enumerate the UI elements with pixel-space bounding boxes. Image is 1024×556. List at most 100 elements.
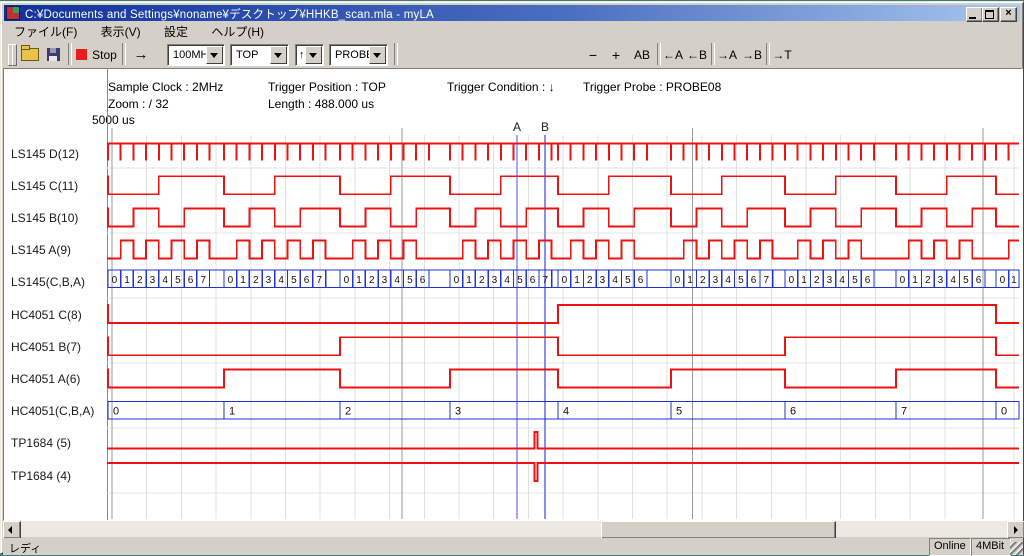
zoom-in-button[interactable]: + <box>606 43 626 66</box>
status-online-badge: Online <box>929 538 971 556</box>
svg-text:4: 4 <box>278 275 284 286</box>
minus-icon: − <box>589 47 597 63</box>
status-ready-text: レディ <box>9 540 41 556</box>
dropdown-button[interactable] <box>270 46 287 64</box>
trigger-probe-combo[interactable]: PROBE00 <box>329 44 388 66</box>
trigger-edge-combo[interactable]: ↑ <box>295 44 324 66</box>
svg-text:4: 4 <box>612 275 618 286</box>
goto-b-left-label: ←B <box>687 48 707 62</box>
trigger-edge-value: ↑ <box>299 49 305 61</box>
svg-text:1: 1 <box>240 275 246 286</box>
goto-a-right-label: →A <box>717 48 737 62</box>
chevron-down-icon <box>274 53 282 62</box>
open-button[interactable] <box>18 43 41 66</box>
horizontal-scrollbar[interactable] <box>3 521 1023 537</box>
trigger-position-combo[interactable]: TOP <box>230 44 289 66</box>
zoom-ab-button[interactable]: AB <box>628 43 656 66</box>
maximize-icon <box>985 10 994 19</box>
svg-text:1: 1 <box>124 275 130 286</box>
chevron-down-icon <box>210 53 218 62</box>
svg-text:4: 4 <box>725 275 731 286</box>
svg-text:7: 7 <box>901 406 907 418</box>
chevron-down-icon <box>309 53 317 62</box>
minimize-icon <box>969 17 976 19</box>
title-bar[interactable]: C:¥Documents and Settings¥noname¥デスクトップ¥… <box>4 5 1020 21</box>
svg-text:2: 2 <box>479 275 485 286</box>
svg-text:5: 5 <box>963 275 969 286</box>
svg-text:5: 5 <box>676 406 682 418</box>
svg-text:1: 1 <box>687 275 693 286</box>
resize-grip-icon[interactable] <box>1010 542 1023 555</box>
svg-text:4: 4 <box>504 275 510 286</box>
close-icon: × <box>1001 7 1016 20</box>
svg-text:0: 0 <box>1000 275 1006 286</box>
menu-view[interactable]: 表示(V) <box>91 22 151 39</box>
toolbar-separator <box>68 43 72 65</box>
stop-icon <box>76 49 87 60</box>
scroll-left-button[interactable] <box>3 521 21 539</box>
svg-text:6: 6 <box>420 275 426 286</box>
svg-text:3: 3 <box>600 275 606 286</box>
svg-text:5: 5 <box>291 275 297 286</box>
svg-text:2: 2 <box>587 275 593 286</box>
scroll-to-b-right-button[interactable]: →B <box>740 43 764 66</box>
save-button[interactable] <box>42 43 65 66</box>
svg-text:2: 2 <box>700 275 706 286</box>
menu-settings[interactable]: 設定 <box>154 22 198 39</box>
app-icon <box>7 7 19 19</box>
svg-text:2: 2 <box>345 406 351 418</box>
svg-text:5: 5 <box>852 275 858 286</box>
save-disk-icon <box>47 48 60 61</box>
waveform-client-area: Sample Clock : 2MHz Trigger Position : T… <box>3 68 1023 521</box>
svg-text:0: 0 <box>344 275 350 286</box>
menu-help[interactable]: ヘルプ(H) <box>201 22 274 39</box>
scroll-to-b-left-button[interactable]: ←B <box>685 43 709 66</box>
toolbar-grip[interactable] <box>12 44 17 66</box>
minimize-button[interactable] <box>966 7 983 22</box>
svg-text:1: 1 <box>1011 275 1017 286</box>
close-button[interactable]: × <box>1000 7 1017 22</box>
scrollbar-thumb[interactable] <box>601 521 836 539</box>
svg-text:2: 2 <box>814 275 820 286</box>
svg-text:3: 3 <box>455 406 461 418</box>
svg-text:3: 3 <box>492 275 498 286</box>
svg-text:6: 6 <box>865 275 871 286</box>
scroll-right-button[interactable] <box>1007 521 1024 539</box>
goto-trigger-label: →T <box>772 48 791 62</box>
svg-text:1: 1 <box>356 275 362 286</box>
menu-file[interactable]: ファイル(F) <box>4 22 87 39</box>
maximize-button[interactable] <box>982 7 999 22</box>
svg-text:3: 3 <box>827 275 833 286</box>
dropdown-button[interactable] <box>369 46 386 64</box>
dropdown-button[interactable] <box>305 46 322 64</box>
svg-text:6: 6 <box>790 406 796 418</box>
run-arrow-icon: → <box>134 46 149 63</box>
svg-text:6: 6 <box>188 275 194 286</box>
app-window: C:¥Documents and Settings¥noname¥デスクトップ¥… <box>0 1 1024 554</box>
svg-text:0: 0 <box>113 406 119 418</box>
run-button[interactable]: → <box>128 43 154 66</box>
plus-icon: + <box>612 47 620 63</box>
sample-clock-combo[interactable]: 100MHz <box>167 44 225 66</box>
svg-text:2: 2 <box>137 275 143 286</box>
toolbar-separator <box>122 43 126 65</box>
svg-text:7: 7 <box>542 275 548 286</box>
menu-bar: ファイル(F) 表示(V) 設定 ヘルプ(H) <box>4 22 1020 39</box>
svg-text:0: 0 <box>454 275 460 286</box>
svg-text:7: 7 <box>316 275 322 286</box>
svg-text:0: 0 <box>900 275 906 286</box>
svg-text:7: 7 <box>200 275 206 286</box>
trigger-position-value: TOP <box>236 49 258 61</box>
dropdown-button[interactable] <box>206 46 223 64</box>
waveform-plot[interactable]: 0123456701234567012345601234567012345601… <box>4 69 1022 520</box>
window-title: C:¥Documents and Settings¥noname¥デスクトップ¥… <box>25 6 434 22</box>
scroll-to-a-right-button[interactable]: →A <box>715 43 739 66</box>
svg-text:3: 3 <box>713 275 719 286</box>
stop-button[interactable]: Stop <box>73 43 120 66</box>
stop-label: Stop <box>92 48 117 62</box>
zoom-out-button[interactable]: − <box>582 43 604 66</box>
scroll-to-a-left-button[interactable]: ←A <box>661 43 685 66</box>
svg-text:1: 1 <box>466 275 472 286</box>
scroll-to-trigger-button[interactable]: →T <box>770 43 794 66</box>
svg-text:0: 0 <box>228 275 234 286</box>
